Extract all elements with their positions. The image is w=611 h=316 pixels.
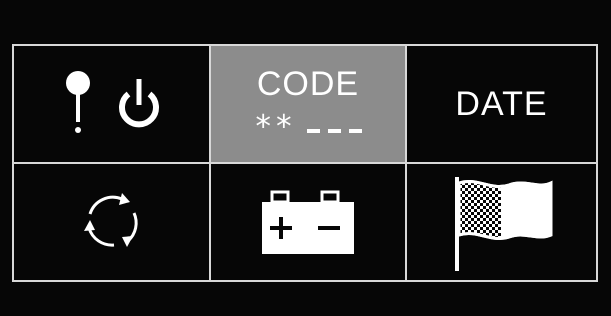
code-empty-digit <box>349 128 363 133</box>
menu-cell-date[interactable]: DATE <box>407 46 596 162</box>
menu-cell-refresh[interactable] <box>14 164 209 280</box>
menu-grid: CODE ** DATE <box>12 44 598 282</box>
menu-cell-battery[interactable] <box>211 164 405 280</box>
code-title: CODE <box>256 65 360 103</box>
battery-icon <box>260 186 356 258</box>
device-screen: CODE ** DATE <box>0 0 611 316</box>
power-icon <box>117 76 161 132</box>
checkered-flag-icon <box>447 173 557 271</box>
menu-cell-flag[interactable] <box>407 164 596 280</box>
code-empty-digits <box>307 123 363 133</box>
code-entry: CODE ** <box>211 46 405 162</box>
code-value: ** <box>253 109 363 145</box>
code-masked-digits: ** <box>253 109 296 145</box>
pin-icon <box>63 70 93 138</box>
refresh-icon <box>78 188 146 256</box>
menu-cell-code[interactable]: CODE ** <box>211 46 405 162</box>
menu-cell-power[interactable] <box>14 46 209 162</box>
date-label: DATE <box>455 85 548 123</box>
code-empty-digit <box>307 128 321 133</box>
code-empty-digit <box>328 128 342 133</box>
grid-divider <box>14 162 596 164</box>
